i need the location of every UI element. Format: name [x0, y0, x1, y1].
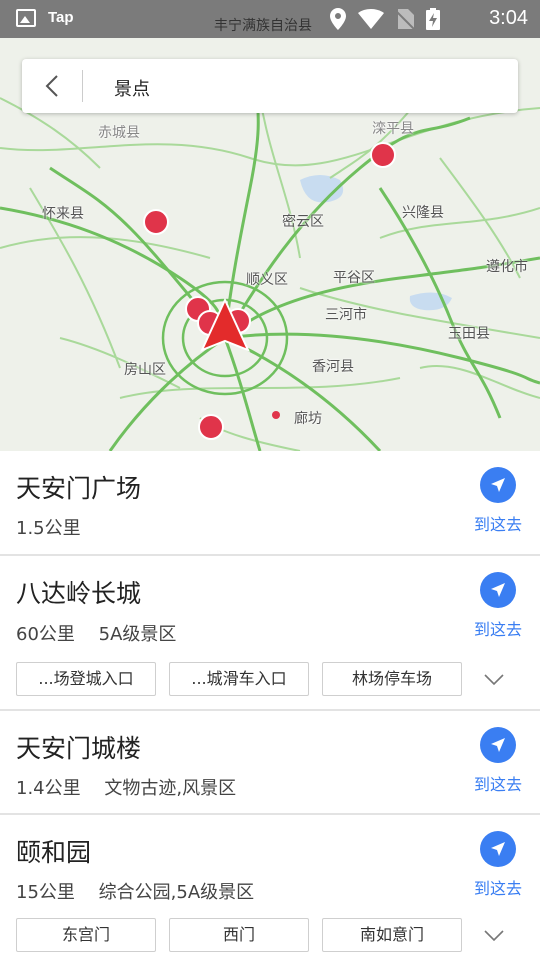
result-meta: 60公里 5A级景区	[16, 620, 176, 646]
result-title: 天安门城楼	[16, 734, 142, 763]
status-location-text: 丰宁满族自治县	[214, 18, 312, 34]
result-distance: 1.5公里	[16, 518, 81, 539]
battery-charging-icon	[426, 8, 440, 30]
navigate-label: 到这去	[473, 879, 522, 898]
poi-markers	[143, 142, 396, 440]
map-label: 香河县	[312, 359, 354, 375]
navigate-button[interactable]: 到这去	[470, 831, 526, 899]
navigate-button[interactable]: 到这去	[470, 572, 526, 640]
status-time: 3:04	[489, 7, 528, 29]
location-icon	[330, 8, 346, 30]
navigate-button[interactable]: 到这去	[470, 467, 526, 535]
list-item[interactable]: 天安门广场 1.5公里 到这去	[0, 451, 540, 556]
no-sim-icon	[396, 9, 414, 29]
result-meta: 1.4公里 文物古迹,风景区	[16, 774, 236, 800]
entrance-chip[interactable]: 南如意门	[322, 918, 462, 952]
list-item[interactable]: 颐和园 15公里 综合公园,5A级景区 到这去 东宫门 西门 南如意门	[0, 815, 540, 960]
back-arrow-icon[interactable]	[40, 73, 66, 99]
navigate-label: 到这去	[473, 515, 522, 534]
entrance-chips: 东宫门 西门 南如意门	[16, 918, 462, 952]
map-label: 顺义区	[246, 272, 288, 288]
map-label: 平谷区	[333, 270, 375, 286]
map-label: 三河市	[325, 307, 367, 323]
result-title: 八达岭长城	[16, 579, 142, 608]
map-label: 怀来县	[42, 206, 84, 222]
navigate-icon	[480, 467, 516, 503]
navigate-icon	[480, 572, 516, 608]
results-list: 天安门广场 1.5公里 到这去 八达岭长城 60公里 5A级景区 到这去 ...…	[0, 451, 540, 960]
result-title: 天安门广场	[16, 474, 142, 503]
result-title: 颐和园	[16, 838, 92, 867]
wifi-icon	[358, 9, 384, 29]
navigate-icon	[480, 727, 516, 763]
status-bar: Tap 丰宁满族自治县 3:04	[0, 0, 540, 38]
result-category: 5A级景区	[98, 624, 177, 645]
list-item[interactable]: 八达岭长城 60公里 5A级景区 到这去 ...场登城入口 ...城滑车入口 林…	[0, 556, 540, 711]
result-meta: 1.5公里	[16, 514, 99, 540]
map-label: 房山区	[124, 362, 166, 378]
result-category: 综合公园,5A级景区	[98, 882, 255, 903]
map-label: 廊坊	[294, 411, 322, 427]
image-icon	[16, 9, 36, 27]
result-distance: 15公里	[16, 882, 75, 903]
entrance-chip[interactable]: ...城滑车入口	[169, 662, 309, 696]
map-label: 兴隆县	[402, 205, 444, 221]
entrance-chip[interactable]: ...场登城入口	[16, 662, 156, 696]
result-meta: 15公里 综合公园,5A级景区	[16, 878, 254, 904]
list-item[interactable]: 天安门城楼 1.4公里 文物古迹,风景区 到这去	[0, 711, 540, 815]
result-distance: 1.4公里	[16, 778, 81, 799]
map-label: 玉田县	[448, 326, 490, 342]
entrance-chip[interactable]: 东宫门	[16, 918, 156, 952]
navigate-button[interactable]: 到这去	[470, 727, 526, 795]
navigate-label: 到这去	[473, 775, 522, 794]
result-category: 文物古迹,风景区	[104, 778, 237, 799]
map-label: 赤城县	[98, 125, 140, 141]
chevron-down-icon[interactable]	[484, 674, 504, 686]
entrance-chips: ...场登城入口 ...城滑车入口 林场停车场	[16, 662, 462, 696]
chevron-down-icon[interactable]	[484, 930, 504, 942]
map-label: 滦平县	[372, 121, 414, 137]
search-query[interactable]: 景点	[114, 75, 150, 101]
status-icons	[330, 8, 440, 30]
entrance-chip[interactable]: 林场停车场	[322, 662, 462, 696]
search-divider	[82, 70, 83, 102]
result-distance: 60公里	[16, 624, 75, 645]
map-label: 遵化市	[486, 259, 528, 275]
entrance-chip[interactable]: 西门	[169, 918, 309, 952]
search-bar[interactable]: 景点	[22, 59, 518, 113]
status-app-name: Tap	[48, 9, 74, 26]
navigate-label: 到这去	[473, 620, 522, 639]
map-label: 密云区	[282, 214, 324, 230]
navigate-icon	[480, 831, 516, 867]
